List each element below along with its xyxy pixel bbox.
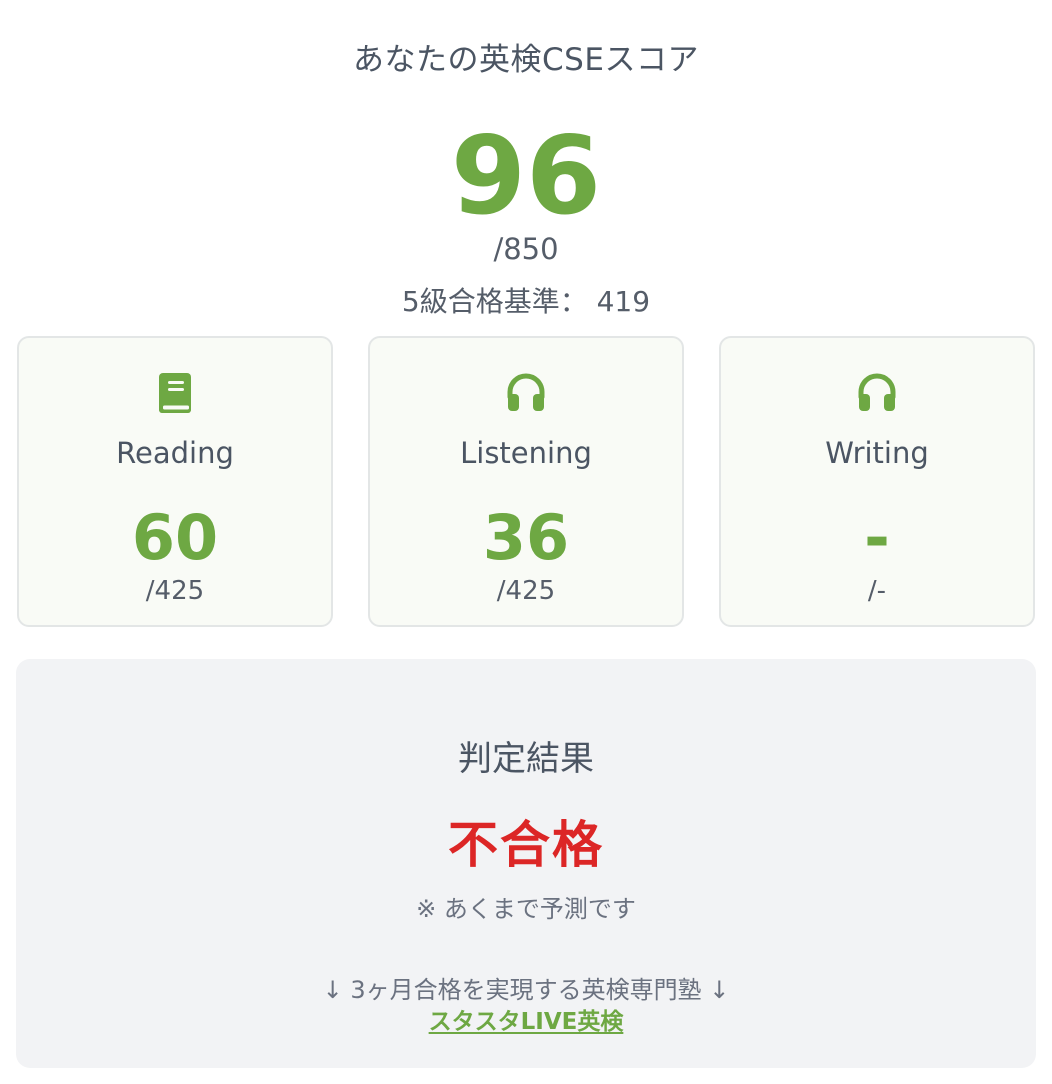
result-panel: 判定結果 不合格 ※ あくまで予測です ↓ 3ヶ月合格を実現する英検専門塾 ↓ …: [16, 659, 1036, 1068]
reading-label: Reading: [116, 436, 234, 470]
result-heading: 判定結果: [458, 739, 594, 779]
listening-score: 36: [482, 501, 570, 574]
headphones-icon: [721, 372, 1033, 416]
writing-score: -: [864, 501, 890, 574]
promo-link[interactable]: スタスタLIVE英検: [16, 1002, 1036, 1036]
result-note: ※ あくまで予測です: [416, 895, 636, 923]
promo-text: ↓ 3ヶ月合格を実現する英検専門塾 ↓: [322, 976, 730, 1004]
listening-card: Listening 36 /425: [368, 336, 684, 627]
result-value: 不合格: [448, 816, 604, 874]
writing-label: Writing: [825, 436, 929, 470]
reading-card: Reading 60 /425: [17, 336, 333, 627]
headphones-icon: [370, 372, 682, 416]
reading-score: 60: [131, 501, 219, 574]
listening-max: /425: [496, 576, 556, 606]
total-score: 96: [450, 114, 602, 239]
writing-max: /-: [867, 576, 887, 606]
listening-label: Listening: [460, 436, 592, 470]
total-max-score: /850: [493, 232, 559, 266]
page-title: あなたの英検CSEスコア: [353, 42, 699, 78]
reading-max: /425: [145, 576, 205, 606]
writing-card: Writing - /-: [719, 336, 1035, 627]
book-icon: [19, 372, 331, 416]
pass-criteria: 5級合格基準： 419: [401, 285, 651, 318]
